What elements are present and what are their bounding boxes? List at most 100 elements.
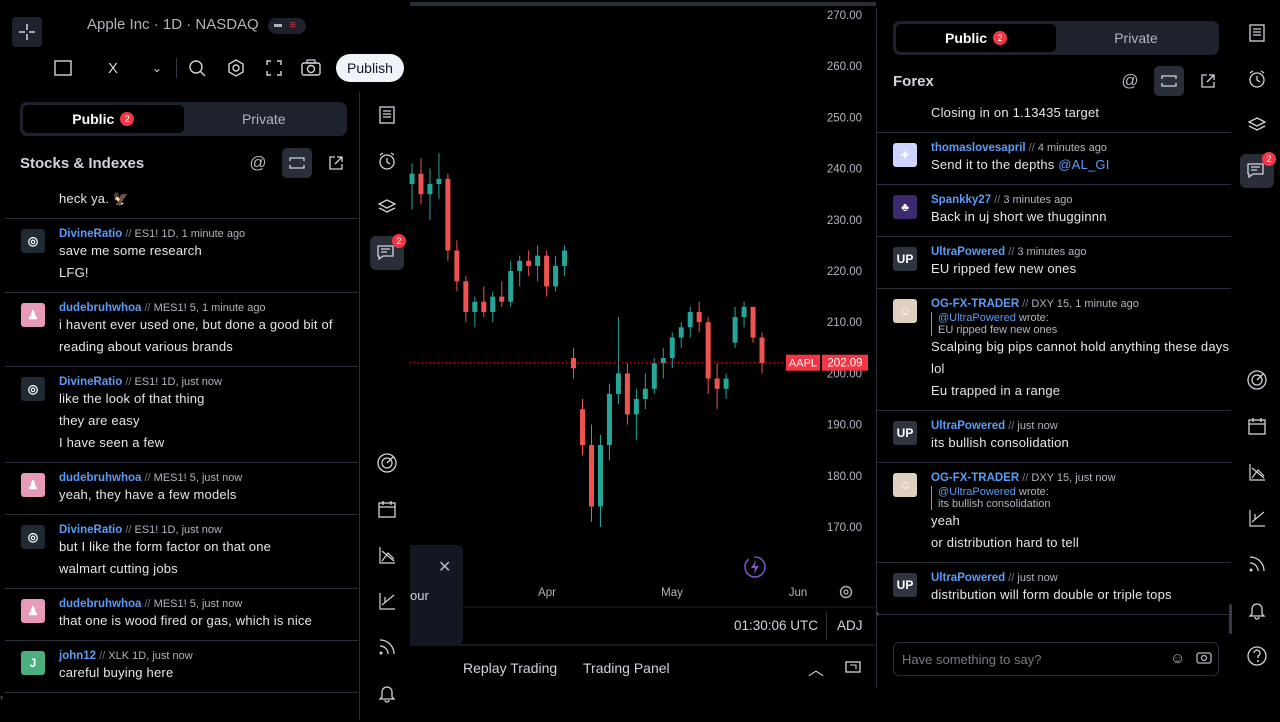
right-message-list[interactable]: Closing in on 1.13435 target ✦ thomasloves… bbox=[877, 100, 1231, 632]
username[interactable]: DivineRatio bbox=[59, 228, 122, 240]
toast-close-icon[interactable]: ✕ bbox=[438, 557, 451, 577]
chevron-up-icon[interactable]: ︿ bbox=[808, 656, 824, 680]
chart-link-icon[interactable]: // bbox=[991, 194, 1003, 206]
chat-message[interactable]: heck ya. 🦅 bbox=[5, 186, 358, 219]
replay-lightning-icon[interactable] bbox=[742, 554, 768, 585]
quoted-message[interactable]: @UltraPowered wrote: EU ripped few new on… bbox=[931, 312, 1231, 336]
utc-clock[interactable]: 01:30:06 UTC bbox=[734, 618, 818, 633]
mention-link[interactable]: @AL_GI bbox=[1054, 157, 1109, 172]
crosshair-icon[interactable] bbox=[12, 17, 42, 47]
chart-link-icon[interactable]: // bbox=[1019, 298, 1031, 310]
chat-message[interactable]: ◎ DivineRatio // ES1! 1D, just now but I l… bbox=[5, 515, 358, 589]
watchlist-icon[interactable] bbox=[1240, 16, 1274, 50]
quoted-username[interactable]: @UltraPowered bbox=[938, 312, 1016, 324]
swap-view-icon[interactable] bbox=[1154, 66, 1184, 96]
chat-message[interactable]: ♣ Spankky27 // 3 minutes ago Back in uj sh… bbox=[877, 185, 1231, 237]
tab-private[interactable]: Private bbox=[184, 105, 345, 133]
room-title[interactable]: Forex bbox=[893, 73, 934, 90]
target-icon[interactable] bbox=[370, 446, 404, 480]
quoted-message[interactable]: @UltraPowered wrote: its bullish consolid… bbox=[931, 486, 1231, 510]
layers-icon[interactable] bbox=[370, 190, 404, 224]
chart-settings-gear-icon[interactable] bbox=[838, 584, 854, 605]
chat-message[interactable]: UP UltraPowered // just now distribution w… bbox=[877, 563, 1231, 615]
chat-message[interactable]: ♟ dudebruhwhoa // MES1! 5, just now that o… bbox=[5, 589, 358, 641]
adj-toggle[interactable]: ADJ bbox=[837, 618, 863, 633]
camera-icon[interactable] bbox=[296, 53, 326, 83]
alert-clock-icon[interactable] bbox=[1240, 62, 1274, 96]
chart-link-icon[interactable]: // bbox=[1019, 472, 1031, 484]
close-button[interactable]: X bbox=[98, 53, 128, 83]
tab-trading-panel[interactable]: Trading Panel bbox=[583, 660, 670, 676]
chart-link-icon[interactable]: // bbox=[1005, 420, 1017, 432]
tab-private[interactable]: Private bbox=[1056, 24, 1216, 52]
help-icon[interactable] bbox=[1240, 639, 1274, 673]
chat-message[interactable]: Closing in on 1.13435 target bbox=[877, 100, 1231, 133]
username[interactable]: UltraPowered bbox=[931, 572, 1005, 584]
avatar[interactable]: ◎ bbox=[21, 229, 45, 253]
chat-message[interactable]: UP UltraPowered // just now its bullish co… bbox=[877, 411, 1231, 463]
chart-link-icon[interactable]: // bbox=[141, 302, 153, 314]
popout-icon[interactable] bbox=[321, 148, 351, 178]
trend-line-icon[interactable] bbox=[1240, 501, 1274, 535]
trend-line-icon[interactable] bbox=[370, 584, 404, 618]
username[interactable]: UltraPowered bbox=[931, 420, 1005, 432]
watchlist-icon[interactable] bbox=[370, 98, 404, 132]
scrollbar[interactable] bbox=[1229, 604, 1232, 634]
avatar[interactable]: ✦ bbox=[893, 143, 917, 167]
chart-link-icon[interactable]: // bbox=[141, 472, 153, 484]
maximize-icon[interactable] bbox=[844, 658, 862, 681]
room-title[interactable]: Stocks & Indexes bbox=[20, 155, 144, 172]
username[interactable]: DivineRatio bbox=[59, 376, 122, 388]
avatar[interactable]: UP bbox=[893, 247, 917, 271]
chat-message[interactable]: UP UltraPowered // 3 minutes ago EU ripped… bbox=[877, 237, 1231, 289]
avatar[interactable]: ♣ bbox=[893, 195, 917, 219]
notification-bell-icon[interactable] bbox=[1240, 593, 1274, 627]
avatar[interactable]: J bbox=[21, 651, 45, 675]
swap-view-icon[interactable] bbox=[282, 148, 312, 178]
username[interactable]: DivineRatio bbox=[59, 524, 122, 536]
feed-icon[interactable] bbox=[370, 630, 404, 664]
chat-icon[interactable]: 2 bbox=[1240, 152, 1276, 188]
message-input[interactable]: Have something to say? ☺ bbox=[893, 642, 1219, 676]
chart-link-icon[interactable]: // bbox=[122, 524, 134, 536]
tab-public[interactable]: Public 2 bbox=[23, 105, 184, 133]
avatar[interactable]: ♟ bbox=[21, 303, 45, 327]
username[interactable]: OG-FX-TRADER bbox=[931, 472, 1019, 484]
chart-link-icon[interactable]: // bbox=[1026, 142, 1038, 154]
settings-icon[interactable] bbox=[221, 53, 251, 83]
avatar[interactable]: UP bbox=[893, 573, 917, 597]
chat-message[interactable]: ◎ DivineRatio // ES1! 1D, 1 minute ago sav… bbox=[5, 219, 358, 293]
feed-icon[interactable] bbox=[1240, 547, 1274, 581]
tab-replay-trading[interactable]: Replay Trading bbox=[463, 660, 557, 676]
avatar[interactable]: ☺ bbox=[893, 299, 917, 323]
chat-icon[interactable]: 2 bbox=[370, 234, 406, 270]
magnifier-icon[interactable] bbox=[182, 53, 212, 83]
username[interactable]: dudebruhwhoa bbox=[59, 598, 141, 610]
chart-link-icon[interactable]: // bbox=[1005, 246, 1017, 258]
username[interactable]: dudebruhwhoa bbox=[59, 472, 141, 484]
publish-button[interactable]: Publish bbox=[336, 54, 404, 82]
symbol-title[interactable]: Apple Inc · 1D · NASDAQ bbox=[87, 16, 259, 33]
alert-clock-icon[interactable] bbox=[370, 144, 404, 178]
username[interactable]: john12 bbox=[59, 650, 96, 662]
username[interactable]: thomaslovesapril bbox=[931, 142, 1026, 154]
mention-icon[interactable]: @ bbox=[1115, 66, 1145, 96]
username[interactable]: dudebruhwhoa bbox=[59, 302, 141, 314]
chat-message[interactable]: ♟ dudebruhwhoa // MES1! 5, 1 minute ago i … bbox=[5, 293, 358, 367]
username[interactable]: UltraPowered bbox=[931, 246, 1005, 258]
layers-icon[interactable] bbox=[1240, 108, 1274, 142]
fullscreen-icon[interactable] bbox=[259, 53, 289, 83]
target-icon[interactable] bbox=[1240, 363, 1274, 397]
avatar[interactable]: ♟ bbox=[21, 599, 45, 623]
rectangle-icon[interactable] bbox=[48, 53, 78, 83]
username[interactable]: OG-FX-TRADER bbox=[931, 298, 1019, 310]
chart-link-icon[interactable]: // bbox=[96, 650, 108, 662]
chart-cross-icon[interactable] bbox=[370, 538, 404, 572]
quoted-username[interactable]: @UltraPowered bbox=[938, 486, 1016, 498]
indicator-toggle[interactable]: ≡ bbox=[268, 18, 306, 34]
mention-icon[interactable]: @ bbox=[243, 148, 273, 178]
username[interactable]: Spankky27 bbox=[931, 194, 991, 206]
chart-cross-icon[interactable] bbox=[1240, 455, 1274, 489]
chart-link-icon[interactable]: // bbox=[122, 228, 134, 240]
chart-link-icon[interactable]: // bbox=[1005, 572, 1017, 584]
